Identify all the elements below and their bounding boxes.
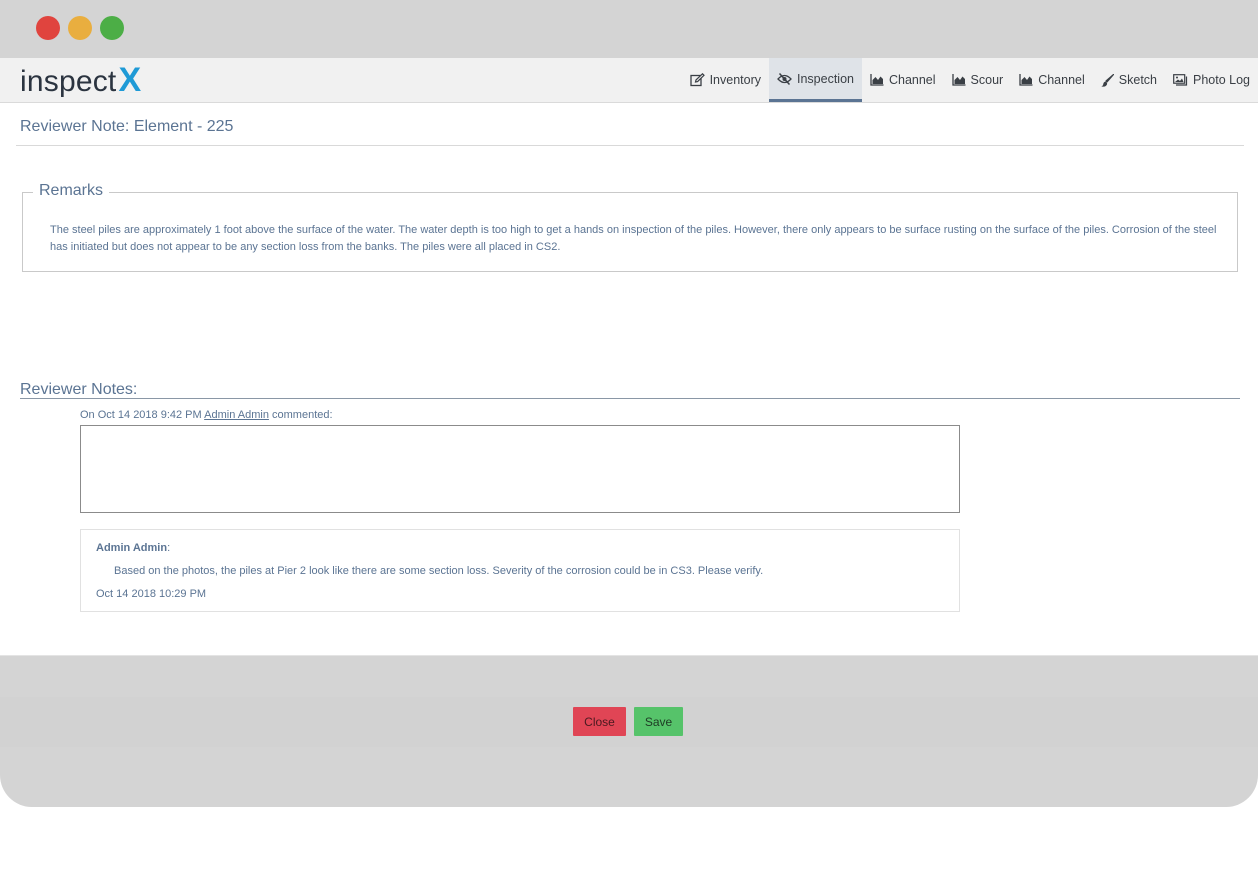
reviewer-notes-heading: Reviewer Notes: xyxy=(20,381,138,398)
tab-inspection[interactable]: Inspection xyxy=(768,58,862,102)
tab-sketch[interactable]: Sketch xyxy=(1093,58,1165,102)
comment-meta: On Oct 14 2018 9:42 PM Admin Admin comme… xyxy=(80,409,333,421)
logo-wordmark: inspect xyxy=(20,65,117,98)
comment-date: On Oct 14 2018 9:42 PM xyxy=(80,409,202,421)
photo-album-icon xyxy=(1173,74,1188,86)
logo-x-mark: X xyxy=(118,61,142,99)
eye-slash-icon xyxy=(777,72,792,85)
reviewer-notes-divider xyxy=(20,398,1240,399)
comment-textarea[interactable] xyxy=(80,425,960,513)
app-window: inspect X Inventory Inspection Channel S… xyxy=(0,0,1258,807)
window-maximize-control[interactable] xyxy=(100,16,124,40)
window-close-control[interactable] xyxy=(36,16,60,40)
tab-label: Scour xyxy=(970,73,1004,87)
area-chart-icon xyxy=(1019,74,1033,86)
window-titlebar xyxy=(0,0,1258,58)
tab-channel-2[interactable]: Channel xyxy=(1011,58,1093,102)
note-timestamp: Oct 14 2018 10:29 PM xyxy=(96,588,207,600)
tab-label: Channel xyxy=(888,73,936,87)
tab-label: Photo Log xyxy=(1193,73,1250,87)
edit-icon xyxy=(689,73,705,87)
remarks-fieldset: Remarks The steel piles are approximatel… xyxy=(22,182,1238,272)
tab-photo-log[interactable]: Photo Log xyxy=(1165,58,1258,102)
tab-label: Inventory xyxy=(709,73,761,87)
top-navbar: inspect X Inventory Inspection Channel S… xyxy=(0,58,1258,103)
note-text: Based on the photos, the piles at Pier 2… xyxy=(114,565,764,577)
tab-label: Channel xyxy=(1038,73,1085,87)
close-button[interactable]: Close xyxy=(573,707,626,736)
tab-label: Sketch xyxy=(1118,73,1157,87)
remarks-legend: Remarks xyxy=(33,182,110,200)
page-title: Reviewer Note: Element - 225 xyxy=(20,118,234,135)
tab-scour[interactable]: Scour xyxy=(944,58,1012,102)
note-author: Admin Admin: xyxy=(96,542,171,554)
area-chart-icon xyxy=(951,74,966,86)
comment-author-link[interactable]: Admin Admin xyxy=(204,409,269,421)
modal-footer: Close Save xyxy=(0,697,1258,747)
nav-tabs: Inventory Inspection Channel Scour Chann… xyxy=(682,58,1258,102)
save-button[interactable]: Save xyxy=(634,707,683,736)
comment-suffix: commented: xyxy=(272,409,333,421)
tab-channel[interactable]: Channel xyxy=(862,58,944,102)
tab-inventory[interactable]: Inventory xyxy=(682,58,769,102)
area-chart-icon xyxy=(870,74,884,86)
remarks-text: The steel piles are approximately 1 foot… xyxy=(50,224,1217,253)
main-content: Reviewer Note: Element - 225 Remarks The… xyxy=(0,103,1258,656)
window-minimize-control[interactable] xyxy=(68,16,92,40)
title-divider xyxy=(16,145,1244,146)
paintbrush-icon xyxy=(1101,73,1114,87)
app-logo[interactable]: inspect X xyxy=(20,61,142,99)
tab-label: Inspection xyxy=(796,71,854,86)
reviewer-note-card: Admin Admin: Based on the photos, the pi… xyxy=(80,529,960,612)
note-author-name: Admin Admin xyxy=(96,542,168,554)
